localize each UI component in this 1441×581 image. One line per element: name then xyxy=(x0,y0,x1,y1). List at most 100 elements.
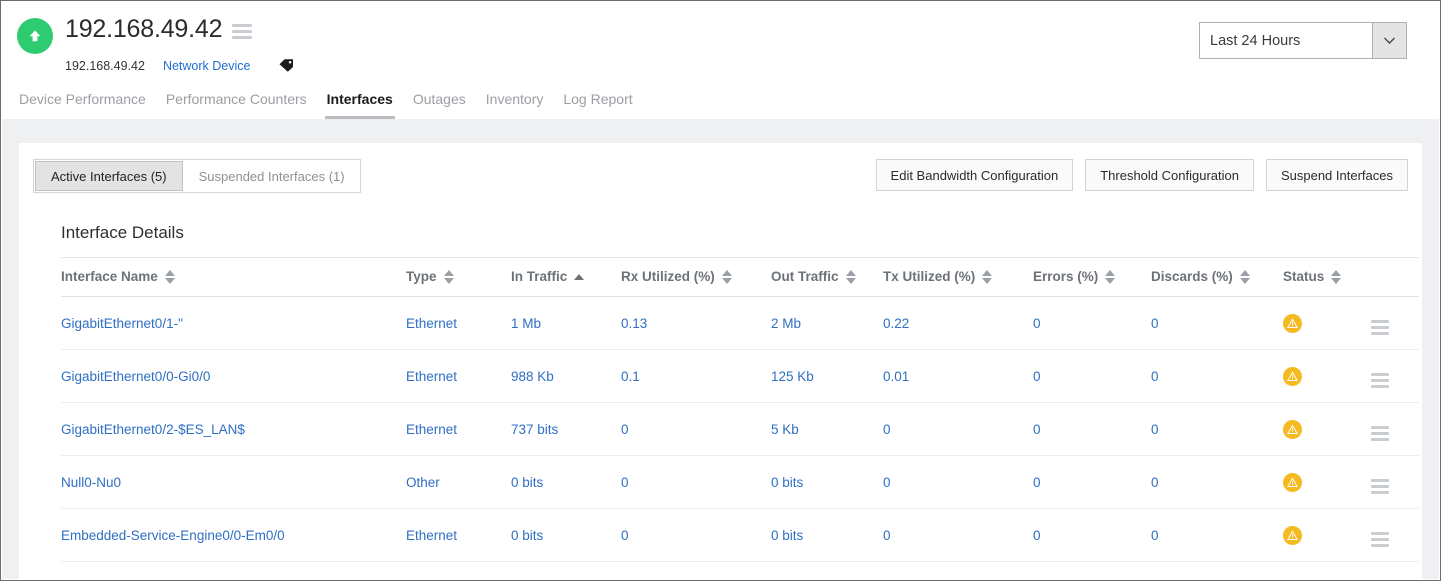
tab-log-report[interactable]: Log Report xyxy=(561,91,634,119)
sort-icon[interactable] xyxy=(1105,270,1115,284)
cell-discards[interactable]: 0 xyxy=(1151,350,1283,403)
sort-icon[interactable] xyxy=(846,270,856,284)
cell-interface-name: GigabitEthernet0/1-" xyxy=(61,297,406,350)
column-header-errors[interactable]: Errors (%) xyxy=(1033,258,1151,297)
cell-out-traffic[interactable]: 2 Mb xyxy=(771,297,883,350)
column-header-tx-utilized[interactable]: Tx Utilized (%) xyxy=(883,258,1033,297)
sort-ascending-icon[interactable] xyxy=(574,274,584,280)
tab-outages[interactable]: Outages xyxy=(411,91,468,119)
cell-errors[interactable]: 0 xyxy=(1033,350,1151,403)
tab-performance-counters[interactable]: Performance Counters xyxy=(164,91,309,119)
column-header-discards[interactable]: Discards (%) xyxy=(1151,258,1283,297)
tab-inventory[interactable]: Inventory xyxy=(484,91,546,119)
threshold-configuration-button[interactable]: Threshold Configuration xyxy=(1085,159,1254,191)
time-period-select[interactable]: Last 24 Hours xyxy=(1199,22,1407,59)
tab-suspended-interfaces[interactable]: Suspended Interfaces (1) xyxy=(184,160,360,192)
toolbar-actions: Edit Bandwidth Configuration Threshold C… xyxy=(864,159,1408,191)
cell-tx-utilized[interactable]: 0 xyxy=(883,456,1033,509)
sort-icon[interactable] xyxy=(982,270,992,284)
cell-out-traffic[interactable]: 5 Kb xyxy=(771,403,883,456)
tag-icon[interactable] xyxy=(278,58,295,73)
status-badge-warning-icon[interactable] xyxy=(1283,367,1302,386)
cell-interface-name: Null0-Nu0 xyxy=(61,456,406,509)
cell-in-traffic[interactable]: 988 Kb xyxy=(511,350,621,403)
cell-rx-utilized[interactable]: 0 xyxy=(621,403,771,456)
tab-active-interfaces[interactable]: Active Interfaces (5) xyxy=(35,161,183,191)
column-header-rx-utilized[interactable]: Rx Utilized (%) xyxy=(621,258,771,297)
table-row: Null0-Nu0 Other 0 bits 0 0 bits 0 0 0 xyxy=(61,456,1419,509)
sort-icon[interactable] xyxy=(1331,270,1341,284)
cell-discards[interactable]: 0 xyxy=(1151,297,1283,350)
cell-tx-utilized[interactable]: 0.22 xyxy=(883,297,1033,350)
sort-icon[interactable] xyxy=(722,270,732,284)
row-menu-icon[interactable] xyxy=(1371,320,1389,335)
status-badge-warning-icon[interactable] xyxy=(1283,473,1302,492)
column-label: In Traffic xyxy=(511,269,567,284)
column-label: Tx Utilized (%) xyxy=(883,269,975,284)
cell-discards[interactable]: 0 xyxy=(1151,456,1283,509)
column-header-actions xyxy=(1371,258,1419,297)
sort-icon[interactable] xyxy=(1240,270,1250,284)
suspend-interfaces-button[interactable]: Suspend Interfaces xyxy=(1266,159,1408,191)
tab-interfaces[interactable]: Interfaces xyxy=(325,91,395,119)
column-header-in-traffic[interactable]: In Traffic xyxy=(511,258,621,297)
column-header-status[interactable]: Status xyxy=(1283,258,1371,297)
column-header-interface-name[interactable]: Interface Name xyxy=(61,258,406,297)
tab-device-performance[interactable]: Device Performance xyxy=(17,91,148,119)
cell-rx-utilized[interactable]: 0.1 xyxy=(621,350,771,403)
cell-errors[interactable]: 0 xyxy=(1033,297,1151,350)
card-toolbar: Active Interfaces (5) Suspended Interfac… xyxy=(19,143,1422,193)
cell-status xyxy=(1283,350,1371,403)
status-badge-warning-icon[interactable] xyxy=(1283,526,1302,545)
cell-in-traffic[interactable]: 0 bits xyxy=(511,509,621,562)
cell-out-traffic[interactable]: 0 bits xyxy=(771,456,883,509)
cell-errors[interactable]: 0 xyxy=(1033,509,1151,562)
row-menu-icon[interactable] xyxy=(1371,426,1389,441)
column-header-out-traffic[interactable]: Out Traffic xyxy=(771,258,883,297)
table-body: GigabitEthernet0/1-" Ethernet 1 Mb 0.13 … xyxy=(61,297,1419,562)
cell-out-traffic[interactable]: 0 bits xyxy=(771,509,883,562)
chevron-down-icon[interactable] xyxy=(1372,23,1406,58)
cell-in-traffic[interactable]: 737 bits xyxy=(511,403,621,456)
content-band: Active Interfaces (5) Suspended Interfac… xyxy=(2,119,1439,579)
sort-icon[interactable] xyxy=(444,270,454,284)
cell-rx-utilized[interactable]: 0 xyxy=(621,509,771,562)
interfaces-card: Active Interfaces (5) Suspended Interfac… xyxy=(19,143,1422,579)
cell-in-traffic[interactable]: 0 bits xyxy=(511,456,621,509)
cell-interface-name: Embedded-Service-Engine0/0-Em0/0 xyxy=(61,509,406,562)
cell-rx-utilized[interactable]: 0 xyxy=(621,456,771,509)
device-type-link[interactable]: Network Device xyxy=(163,59,251,73)
cell-discards[interactable]: 0 xyxy=(1151,509,1283,562)
cell-out-traffic[interactable]: 125 Kb xyxy=(771,350,883,403)
cell-tx-utilized[interactable]: 0 xyxy=(883,403,1033,456)
interface-name-link[interactable]: GigabitEthernet0/0-Gi0/0 xyxy=(61,369,210,384)
row-menu-icon[interactable] xyxy=(1371,479,1389,494)
row-menu-icon[interactable] xyxy=(1371,532,1389,547)
interface-name-link[interactable]: Null0-Nu0 xyxy=(61,475,121,490)
cell-tx-utilized[interactable]: 0 xyxy=(883,509,1033,562)
cell-discards[interactable]: 0 xyxy=(1151,403,1283,456)
table-row: GigabitEthernet0/2-$ES_LAN$ Ethernet 737… xyxy=(61,403,1419,456)
sort-icon[interactable] xyxy=(165,270,175,284)
status-badge-warning-icon[interactable] xyxy=(1283,314,1302,333)
primary-tabs: Device Performance Performance Counters … xyxy=(17,91,635,119)
interface-name-link[interactable]: GigabitEthernet0/2-$ES_LAN$ xyxy=(61,422,245,437)
row-menu-icon[interactable] xyxy=(1371,373,1389,388)
cell-errors[interactable]: 0 xyxy=(1033,456,1151,509)
cell-in-traffic[interactable]: 1 Mb xyxy=(511,297,621,350)
table-row: Embedded-Service-Engine0/0-Em0/0 Etherne… xyxy=(61,509,1419,562)
status-badge-warning-icon[interactable] xyxy=(1283,420,1302,439)
column-label: Discards (%) xyxy=(1151,269,1233,284)
drag-handle-icon[interactable] xyxy=(232,20,252,39)
cell-interface-name: GigabitEthernet0/0-Gi0/0 xyxy=(61,350,406,403)
cell-errors[interactable]: 0 xyxy=(1033,403,1151,456)
interface-name-link[interactable]: GigabitEthernet0/1-" xyxy=(61,316,183,331)
cell-tx-utilized[interactable]: 0.01 xyxy=(883,350,1033,403)
column-header-type[interactable]: Type xyxy=(406,258,511,297)
cell-type: Ethernet xyxy=(406,297,511,350)
cell-row-menu xyxy=(1371,350,1419,403)
interface-name-link[interactable]: Embedded-Service-Engine0/0-Em0/0 xyxy=(61,528,285,543)
cell-rx-utilized[interactable]: 0.13 xyxy=(621,297,771,350)
edit-bandwidth-configuration-button[interactable]: Edit Bandwidth Configuration xyxy=(876,159,1074,191)
cell-status xyxy=(1283,297,1371,350)
